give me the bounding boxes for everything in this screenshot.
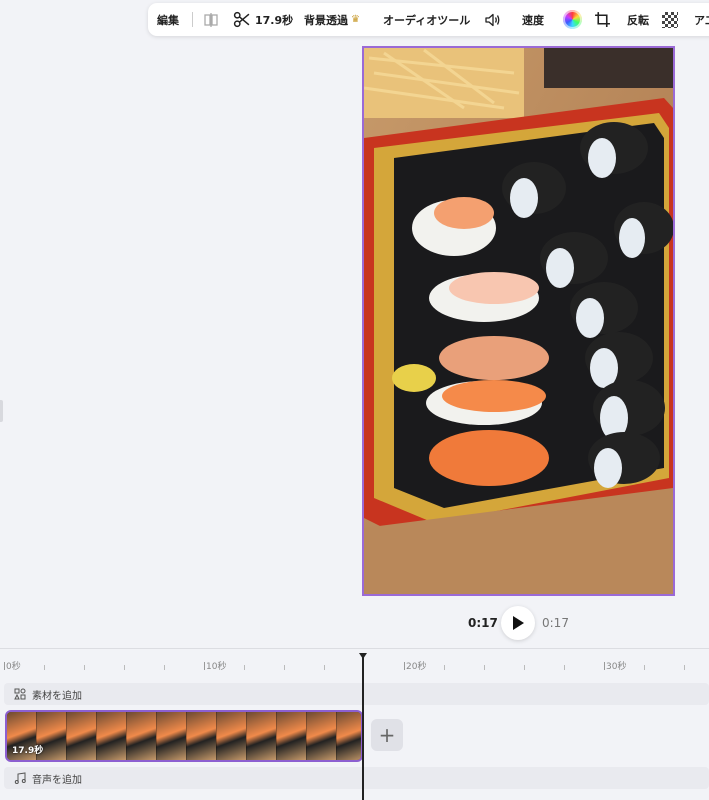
crop-icon <box>595 12 610 27</box>
clip-thumbnail <box>277 712 307 760</box>
ruler-tick <box>44 665 45 670</box>
sushi-frame-image <box>364 48 673 594</box>
ruler-tick <box>524 665 525 670</box>
ruler-tick <box>124 665 125 670</box>
clip-thumbnail <box>157 712 187 760</box>
ruler-tick <box>564 665 565 670</box>
total-time: 0:17 <box>542 616 569 630</box>
animate-button[interactable]: ア二 <box>694 3 709 36</box>
edit-label: 編集 <box>157 13 179 27</box>
ruler-tick <box>84 665 85 670</box>
toolbar-divider <box>192 12 193 27</box>
clip-thumbnail <box>187 712 217 760</box>
ruler-tick <box>484 665 485 670</box>
transparency-button[interactable] <box>662 3 678 36</box>
timeline[interactable]: 0秒 10秒 20秒 30秒 素材を追加 17.9秒 + 音声を追加 <box>0 648 709 800</box>
background-remove-button[interactable]: 背景透過 ♛ <box>304 3 360 36</box>
speed-label: 速度 <box>522 13 544 27</box>
editor-toolbar: 編集 17.9秒 背景透過 ♛ オーディオツール 速度 反転 ア <box>148 3 709 36</box>
ruler-tick <box>4 662 5 670</box>
ruler-tick <box>164 665 165 670</box>
ruler-tick <box>284 665 285 670</box>
ruler-label-0: 0秒 <box>6 662 21 672</box>
add-audio-label: 音声を追加 <box>32 774 82 786</box>
background-remove-label: 背景透過 <box>304 13 348 27</box>
ruler-label-10: 10秒 <box>206 662 227 672</box>
color-wheel-icon <box>563 10 582 29</box>
clip-duration: 17.9秒 <box>12 746 44 756</box>
crown-icon: ♛ <box>351 14 360 25</box>
play-icon <box>513 616 524 630</box>
ruler-tick <box>404 662 405 670</box>
clip-thumbnail <box>337 712 361 760</box>
audio-tools-button[interactable]: オーディオツール <box>383 3 470 36</box>
music-note-icon <box>14 772 26 784</box>
ruler-tick <box>244 665 245 670</box>
edit-button[interactable]: 編集 <box>157 3 179 36</box>
add-clip-button[interactable]: + <box>371 719 403 751</box>
color-adjust-button[interactable] <box>563 3 582 36</box>
add-media-label: 素材を追加 <box>32 690 82 702</box>
split-icon <box>204 12 218 27</box>
clip-thumbnail <box>307 712 337 760</box>
scissors-icon <box>233 11 250 28</box>
transparency-icon <box>662 11 678 28</box>
volume-button[interactable] <box>484 3 501 36</box>
ruler-tick <box>604 662 605 670</box>
trim-button[interactable]: 17.9秒 <box>233 3 293 36</box>
clip-thumbnail <box>247 712 277 760</box>
duration-label: 17.9秒 <box>255 13 294 27</box>
clip-thumbnail <box>127 712 157 760</box>
video-clip[interactable]: 17.9秒 <box>5 710 363 762</box>
add-media-track[interactable]: 素材を追加 <box>4 683 709 705</box>
side-panel-handle[interactable] <box>0 400 3 422</box>
ruler-label-20: 20秒 <box>406 662 427 672</box>
crop-button[interactable] <box>594 3 611 36</box>
flip-label: 反転 <box>627 13 649 27</box>
overflow-label: ア二 <box>694 13 709 27</box>
playhead[interactable] <box>362 657 364 800</box>
ruler-tick <box>684 665 685 670</box>
split-button[interactable] <box>203 3 219 36</box>
add-audio-track[interactable]: 音声を追加 <box>4 767 709 789</box>
ruler-tick <box>324 665 325 670</box>
ruler-tick <box>644 665 645 670</box>
speaker-icon <box>485 13 500 26</box>
speed-button[interactable]: 速度 <box>522 3 544 36</box>
ruler-tick <box>444 665 445 670</box>
flip-button[interactable]: 反転 <box>627 3 649 36</box>
clip-thumbnail <box>97 712 127 760</box>
audio-tools-label: オーディオツール <box>383 13 471 27</box>
clip-thumbnail <box>217 712 247 760</box>
ruler-label-30: 30秒 <box>606 662 627 672</box>
play-button[interactable] <box>501 606 535 640</box>
ruler-tick <box>204 662 205 670</box>
plus-icon: + <box>378 723 396 747</box>
clip-thumbnail <box>67 712 97 760</box>
add-media-icon <box>14 688 26 700</box>
current-time: 0:17 <box>468 616 498 630</box>
video-preview[interactable] <box>362 46 675 596</box>
